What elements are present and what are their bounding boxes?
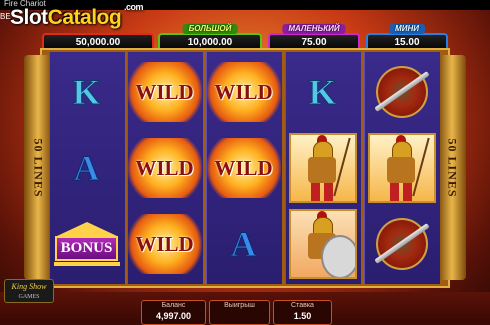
lines-label-left: 50 LINES	[31, 137, 46, 198]
symbol-bonus: BONUS	[49, 206, 124, 282]
lines-pillar-right: 50 LINES	[438, 55, 466, 280]
logo-sub: GAMES	[18, 294, 40, 300]
jackpot-minor-label: МАЛЕНЬКИЙ	[282, 24, 346, 34]
balance-label: Баланс	[161, 302, 186, 309]
warrior-shield-icon	[288, 209, 357, 279]
lines-label-right: 50 LINES	[445, 137, 460, 198]
symbol-warrior	[285, 130, 360, 206]
symbol-wild-label: WILD	[206, 138, 281, 198]
symbol-shield-sword	[364, 206, 439, 282]
warrior-icon	[288, 133, 357, 203]
win-field: Выигрыш	[209, 300, 270, 325]
symbol-wild: WILD	[127, 206, 202, 282]
symbol-k: K	[49, 54, 124, 130]
symbol-wild-label: WILD	[206, 62, 281, 122]
lines-pillar-left: 50 LINES	[24, 55, 52, 280]
jackpot-mini-label: МИНИ	[389, 24, 425, 34]
symbol-wild-label: WILD	[127, 214, 202, 274]
symbol-wild-label: WILD	[127, 138, 202, 198]
temple-base-icon	[53, 262, 120, 266]
shield-sword-icon	[373, 218, 430, 270]
symbol-wild: WILD	[206, 54, 281, 130]
symbol-a: A	[206, 206, 281, 282]
shield-sword-icon	[373, 66, 430, 118]
symbol-k-letter: K	[72, 72, 101, 113]
watermark-com: .com	[124, 2, 144, 12]
symbol-wild: WILD	[127, 130, 202, 206]
warrior-icon	[367, 133, 436, 203]
balance-field: Баланс 4,997.00	[141, 300, 206, 325]
bet-amount-value: 1.50	[293, 311, 312, 321]
symbol-warrior	[364, 130, 439, 206]
king-show-logo: King Show GAMES	[4, 279, 54, 303]
jackpot-grand: 50,000.00	[42, 26, 154, 53]
symbol-k: K	[285, 54, 360, 130]
bet-field[interactable]: Ставка 1.50	[273, 300, 332, 325]
jackpot-major: 10,000.00 БОЛЬШОЙ	[158, 24, 262, 53]
symbol-shield-sword	[364, 54, 439, 130]
jackpot-minor: 75.00 МАЛЕНЬКИЙ	[268, 24, 360, 53]
symbol-a-letter: A	[73, 148, 100, 189]
logo-name: King Show	[11, 282, 47, 291]
symbol-warrior-shield	[285, 206, 360, 282]
symbol-wild: WILD	[127, 54, 202, 130]
symbol-wild: WILD	[206, 130, 281, 206]
temple-roof-icon	[56, 222, 117, 236]
win-label: Выигрыш	[224, 302, 255, 309]
symbol-wild-label: WILD	[127, 62, 202, 122]
symbol-a: A	[49, 130, 124, 206]
bet-amount-label: Ставка	[291, 302, 314, 309]
symbol-a-letter: A	[230, 224, 257, 265]
balance-value: 4,997.00	[155, 311, 192, 321]
jackpot-mini: 15.00 МИНИ	[366, 24, 448, 53]
jackpot-major-label: БОЛЬШОЙ	[182, 24, 238, 34]
symbol-k-letter: K	[308, 72, 337, 113]
symbol-bonus-label: BONUS	[54, 236, 119, 261]
